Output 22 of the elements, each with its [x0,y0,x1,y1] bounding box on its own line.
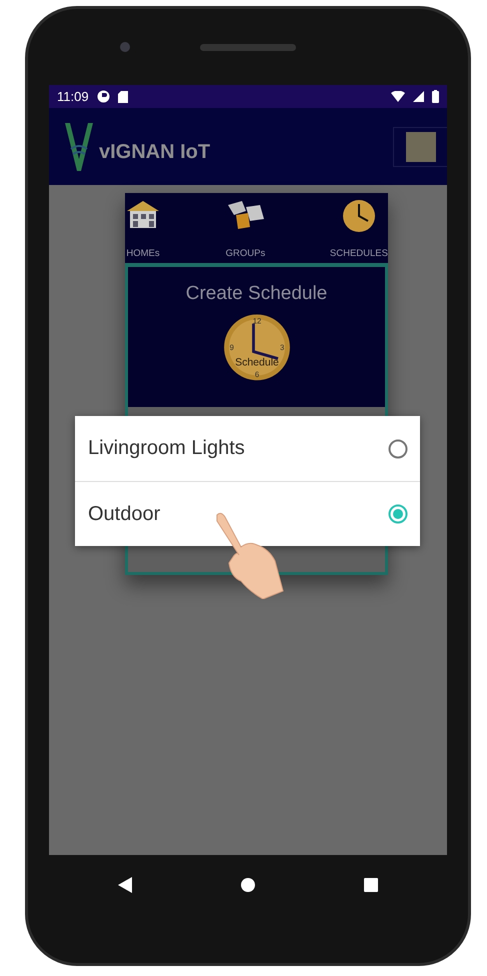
app-title: vIGNAN IoT [99,141,210,164]
menu-button[interactable] [393,126,447,166]
sd-card-icon [118,90,128,102]
nav-tab[interactable]: SCHEDULES [330,193,388,263]
house-icon [125,199,161,229]
nav-tab[interactable]: HOMEs [125,193,161,263]
status-time: 11:09 [57,89,89,104]
home-icon[interactable] [240,877,256,893]
antenna-v-logo-icon [63,120,95,172]
battery-icon [432,90,439,103]
create-schedule-title: Create Schedule [186,283,328,305]
nav-tab[interactable]: GROUPs [224,193,266,263]
clock-icon [342,199,376,233]
dialog-option[interactable]: Livingroom Lights [75,416,420,481]
create-schedule-tile[interactable]: Create Schedule 12 3 6 9 Schedule [128,267,385,407]
wifi-icon [391,91,405,102]
circle-notification-icon [96,90,110,103]
camera-icon [120,42,130,52]
signal-icon [413,91,424,102]
radio-button[interactable] [388,438,408,458]
radio-button[interactable] [388,504,408,524]
back-icon[interactable] [118,877,132,893]
